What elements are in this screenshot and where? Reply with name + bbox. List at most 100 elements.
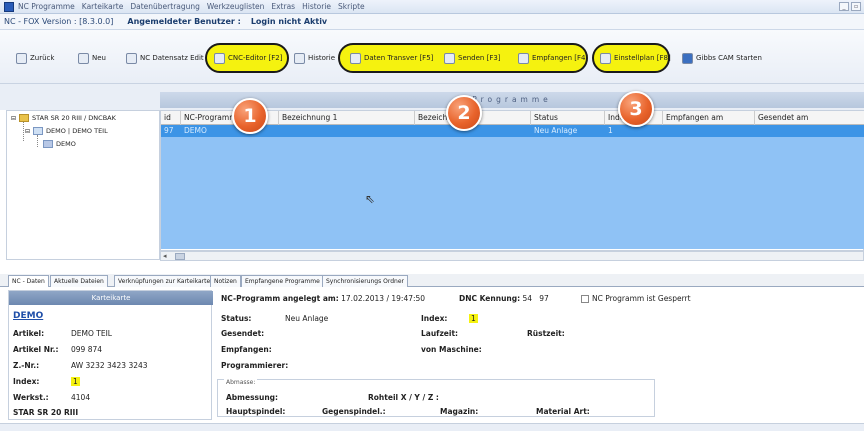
abmessung-label: Abmessung: xyxy=(226,393,279,402)
werkst-value: 4104 xyxy=(71,393,91,402)
badge-3: 3 xyxy=(618,91,654,127)
menu-werkzeuglisten[interactable]: Werkzeuglisten xyxy=(207,2,264,11)
cell-empfangen xyxy=(663,125,666,137)
send-label: Senden [F3] xyxy=(458,54,501,62)
von-maschine-label: von Maschine: xyxy=(421,345,482,354)
status-strip xyxy=(0,423,864,431)
col-empfangen-am[interactable]: Empfangen am xyxy=(663,111,755,125)
receive-label: Empfangen [F4] xyxy=(532,54,589,62)
version-label: NC - FOX Version : [8.3.0.0] xyxy=(4,17,114,26)
ruestzeit-label: Rüstzeit: xyxy=(527,329,565,338)
menu-nc-programme[interactable]: NC Programme xyxy=(18,2,75,11)
znr-label: Z.-Nr.: xyxy=(13,361,40,370)
artikel-label: Artikel: xyxy=(13,329,45,338)
werkst-label: Werkst.: xyxy=(13,393,49,402)
send-button[interactable]: Senden [F3] xyxy=(444,51,501,65)
karteikarte-panel: Karteikarte DEMO Artikel: DEMO TEIL Arti… xyxy=(8,290,213,420)
cell-bez1 xyxy=(279,125,282,137)
tab-synchronisierungs-ordner[interactable]: Synchronisierungs Ordner xyxy=(322,275,408,287)
program-icon xyxy=(43,140,53,148)
setup-plan-icon xyxy=(600,52,611,64)
tree-root[interactable]: ⊟ STAR SR 20 RIII / DNCBAK xyxy=(11,114,116,122)
karteikarte-title-link[interactable]: DEMO xyxy=(13,311,43,321)
scroll-left-icon[interactable]: ◂ xyxy=(163,252,167,261)
login-status: Login nicht Aktiv xyxy=(250,17,328,26)
menu-historie[interactable]: Historie xyxy=(302,2,331,11)
cell-gesendet xyxy=(755,125,758,137)
new-label: Neu xyxy=(92,54,106,62)
mouse-cursor-icon: ⇖ xyxy=(365,192,376,206)
send-icon xyxy=(444,52,455,64)
new-button[interactable]: Neu xyxy=(78,51,106,65)
cell-id: 97 xyxy=(164,126,174,135)
table-row[interactable]: 97 DEMO Neu Anlage 1 xyxy=(161,125,864,137)
tab-empfangene-programme[interactable]: Empfangene Programme xyxy=(241,275,324,287)
minimize-icon[interactable]: _ xyxy=(839,2,849,11)
gegenspindel-label: Gegenspindel.: xyxy=(322,407,386,416)
rohteil-label: Rohteil X / Y / Z : xyxy=(368,393,439,402)
collapse-icon[interactable]: ⊟ xyxy=(11,115,16,122)
user-label: Angemeldeter Benutzer : xyxy=(127,17,241,26)
setup-plan-button[interactable]: Einstellplan [F8] xyxy=(600,51,671,65)
transfer-label: Daten Transver [F5] xyxy=(364,54,434,62)
col-gesendet-am[interactable]: Gesendet am xyxy=(755,111,864,125)
tree-leaf[interactable]: DEMO xyxy=(43,140,76,148)
part-icon xyxy=(33,127,44,135)
status-label: Status: xyxy=(221,314,252,323)
locked-checkbox[interactable]: NC Programm ist Gesperrt xyxy=(581,294,691,303)
tab-nc-daten[interactable]: NC - Daten xyxy=(8,275,49,287)
back-button[interactable]: Zurück xyxy=(16,51,54,65)
app-logo-icon xyxy=(4,1,14,12)
cell-index: 1 xyxy=(608,126,613,135)
checkbox-icon[interactable] xyxy=(581,295,589,303)
gibbs-cam-button[interactable]: Gibbs CAM Starten xyxy=(682,51,762,65)
transfer-icon xyxy=(350,52,361,64)
col-status[interactable]: Status xyxy=(531,111,605,125)
tab-notizen[interactable]: Notizen xyxy=(210,275,241,287)
receive-button[interactable]: Empfangen [F4] xyxy=(518,51,588,65)
laufzeit-label: Laufzeit: xyxy=(421,329,459,338)
history-label: Historie xyxy=(308,54,336,62)
restore-icon[interactable]: ▫ xyxy=(851,2,861,11)
gesendet-label: Gesendet: xyxy=(221,329,265,338)
col-id[interactable]: id xyxy=(161,111,181,125)
program-tree: ⊟ STAR SR 20 RIII / DNCBAK ⊟ DEMO | DEMO… xyxy=(6,110,160,260)
index-value: 1 xyxy=(71,377,80,386)
cell-bez2 xyxy=(415,125,418,137)
history-button[interactable]: Historie xyxy=(294,51,335,65)
record-edit-label: NC Datensatz Edit xyxy=(140,54,204,62)
cnc-editor-button[interactable]: CNC-Editor [F2] xyxy=(214,51,282,65)
program-grid: id NC-Programm Bezeichnung 1 Bezeichnung… xyxy=(160,110,864,251)
menu-karteikarte[interactable]: Karteikarte xyxy=(82,2,124,11)
scroll-thumb[interactable] xyxy=(175,253,185,260)
tree-root-label: STAR SR 20 RIII / DNCBAK xyxy=(32,114,116,122)
folder-icon xyxy=(19,114,30,122)
locked-label: NC Programm ist Gesperrt xyxy=(592,294,691,303)
grid-selection-area[interactable] xyxy=(161,137,864,249)
transfer-button[interactable]: Daten Transver [F5] xyxy=(350,51,433,65)
tab-aktuelle-dateien[interactable]: Aktuelle Dateien xyxy=(50,275,108,287)
gibbs-cam-icon xyxy=(682,52,693,64)
tab-verknuepfungen[interactable]: Verknüpfungen zur Karteikarte xyxy=(114,275,215,287)
record-edit-button[interactable]: NC Datensatz Edit xyxy=(126,51,204,65)
index-detail-label: Index: xyxy=(421,314,448,323)
horizontal-scrollbar[interactable]: ◂ xyxy=(160,251,864,261)
menu-datenuebertragung[interactable]: Datenübertragung xyxy=(130,2,200,11)
collapse-icon[interactable]: ⊟ xyxy=(25,128,30,135)
artikel-value: DEMO TEIL xyxy=(71,329,112,338)
index-label: Index: xyxy=(13,377,40,386)
magazin-label: Magazin: xyxy=(440,407,479,416)
cnc-editor-icon xyxy=(214,52,225,64)
menu-skripte[interactable]: Skripte xyxy=(338,2,365,11)
col-bezeichnung-1[interactable]: Bezeichnung 1 xyxy=(279,111,415,125)
programs-title: Programme xyxy=(160,92,864,108)
menu-bar: NC Programme Karteikarte Datenübertragun… xyxy=(0,0,864,14)
tree-child[interactable]: ⊟ DEMO | DEMO TEIL xyxy=(25,127,108,135)
artnr-label: Artikel Nr.: xyxy=(13,345,59,354)
artnr-value: 099 874 xyxy=(71,345,103,354)
badge-2: 2 xyxy=(446,95,482,131)
history-icon xyxy=(294,52,305,64)
gibbs-cam-label: Gibbs CAM Starten xyxy=(696,54,762,62)
badge-1: 1 xyxy=(232,98,268,134)
menu-extras[interactable]: Extras xyxy=(271,2,295,11)
